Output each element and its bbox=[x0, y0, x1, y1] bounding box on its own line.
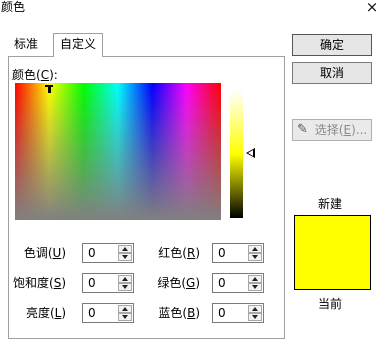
hue-label: 色调(U) bbox=[23, 246, 66, 260]
current-color-label: 当前 bbox=[318, 297, 343, 311]
tab-custom[interactable]: 自定义 bbox=[53, 33, 104, 57]
red-down-icon[interactable] bbox=[248, 253, 262, 261]
sat-down-icon[interactable] bbox=[118, 283, 132, 291]
green-down-icon[interactable] bbox=[248, 283, 262, 291]
eyedropper-icon: ✎ bbox=[297, 122, 308, 137]
lum-stepper[interactable]: 0 bbox=[82, 303, 134, 323]
blue-value[interactable]: 0 bbox=[218, 304, 226, 322]
blue-label: 蓝色(B) bbox=[158, 306, 200, 320]
green-stepper[interactable]: 0 bbox=[212, 273, 264, 293]
new-color-label: 新建 bbox=[318, 197, 343, 211]
hue-down-icon[interactable] bbox=[118, 253, 132, 261]
colors-label: 颜色(C): bbox=[12, 68, 58, 82]
sat-up-icon[interactable] bbox=[118, 275, 132, 283]
hue-value[interactable]: 0 bbox=[88, 244, 96, 262]
green-value[interactable]: 0 bbox=[218, 274, 226, 292]
luminance-slider[interactable] bbox=[230, 90, 243, 218]
sat-stepper[interactable]: 0 bbox=[82, 273, 134, 293]
pick-color-button[interactable]: ✎ 选择(E)... bbox=[292, 119, 372, 141]
lum-label: 亮度(L) bbox=[25, 306, 66, 320]
ok-button[interactable]: 确定 bbox=[292, 34, 372, 56]
sat-value[interactable]: 0 bbox=[88, 274, 96, 292]
blue-stepper[interactable]: 0 bbox=[212, 303, 264, 323]
hue-up-icon[interactable] bbox=[118, 245, 132, 253]
hue-stepper[interactable]: 0 bbox=[82, 243, 134, 263]
close-button[interactable]: × bbox=[362, 0, 382, 16]
green-label: 绿色(G) bbox=[157, 276, 200, 290]
cancel-button[interactable]: 取消 bbox=[292, 62, 372, 84]
green-up-icon[interactable] bbox=[248, 275, 262, 283]
tab-standard[interactable]: 标准 bbox=[8, 34, 44, 56]
red-label: 红色(R) bbox=[158, 246, 200, 260]
luminance-arrow-icon[interactable] bbox=[246, 148, 255, 158]
blue-down-icon[interactable] bbox=[248, 313, 262, 321]
red-up-icon[interactable] bbox=[248, 245, 262, 253]
new-color-swatch bbox=[295, 216, 370, 253]
blue-up-icon[interactable] bbox=[248, 305, 262, 313]
sat-label: 饱和度(S) bbox=[13, 276, 66, 290]
color-spectrum-picker[interactable] bbox=[15, 83, 221, 220]
lum-up-icon[interactable] bbox=[118, 305, 132, 313]
red-value[interactable]: 0 bbox=[218, 244, 226, 262]
current-color-swatch bbox=[295, 252, 370, 289]
dialog-title: 颜色 bbox=[1, 0, 26, 14]
spectrum-crosshair-icon[interactable] bbox=[45, 82, 53, 94]
lum-value[interactable]: 0 bbox=[88, 304, 96, 322]
red-stepper[interactable]: 0 bbox=[212, 243, 264, 263]
color-preview-swatch bbox=[294, 215, 371, 290]
lum-down-icon[interactable] bbox=[118, 313, 132, 321]
